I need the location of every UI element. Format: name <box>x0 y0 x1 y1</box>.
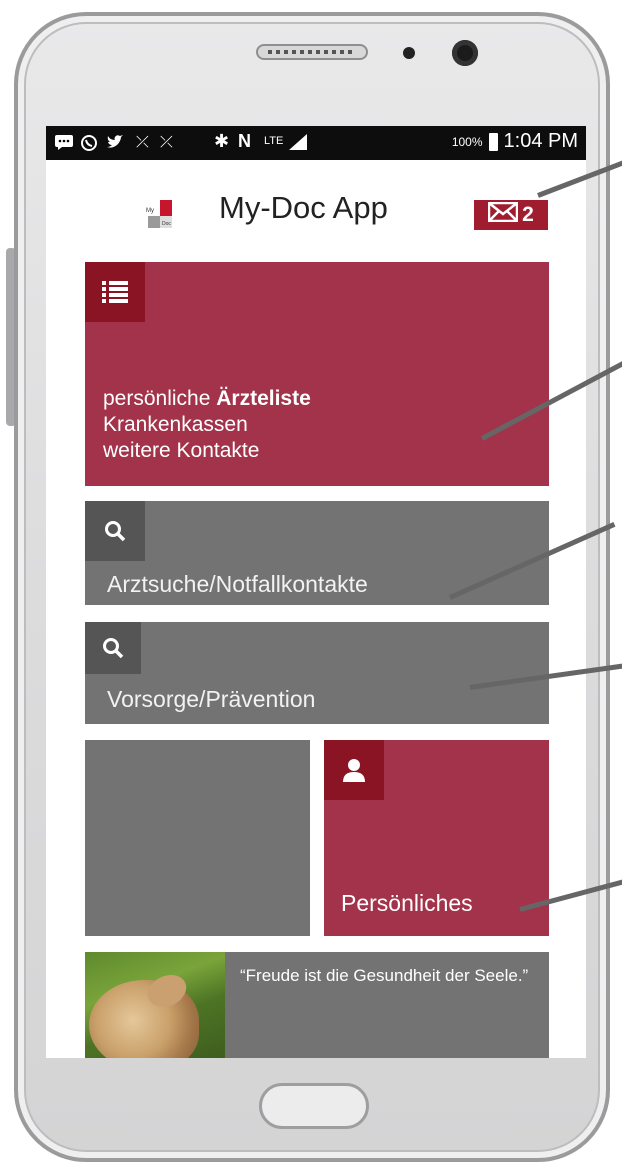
weitere-kontakte-label: weitere Kontakte <box>103 439 260 462</box>
aerzteliste-bold: Ärzteliste <box>216 387 311 410</box>
clock: 1:04 PM <box>503 130 578 152</box>
tile-quote[interactable]: “Freude ist die Gesundheit der Seele.” <box>85 952 549 1058</box>
home-button[interactable] <box>259 1083 369 1129</box>
tile-persoenliches[interactable]: Persönliches <box>324 740 549 936</box>
list-icon <box>85 262 145 322</box>
mail-icon <box>487 201 519 228</box>
proximity-sensor <box>403 47 415 59</box>
missed-call-icon-2: ⤫ <box>160 134 173 151</box>
app-header: My Doc My-Doc App 2 <box>46 160 586 250</box>
battery-icon <box>488 132 498 151</box>
twitter-icon <box>106 134 124 155</box>
battery-percent: 100% <box>451 134 483 149</box>
bluetooth-icon: ✱ <box>214 131 230 151</box>
quote-text: “Freude ist die Gesundheit der Seele.” <box>240 966 529 985</box>
svg-text:Doc: Doc <box>162 221 171 227</box>
whatsapp-icon <box>80 134 98 157</box>
app-title: My-Doc App <box>219 190 388 225</box>
speaker-grill <box>256 44 368 60</box>
signal-icon <box>289 134 307 155</box>
user-icon <box>324 740 384 800</box>
arztsuche-label: Arztsuche/Notfallkontakte <box>107 571 368 597</box>
tile-arztsuche[interactable]: Arztsuche/Notfallkontakte <box>85 501 549 605</box>
vorsorge-label: Vorsorge/Prävention <box>107 686 316 712</box>
search-icon <box>85 501 145 561</box>
status-bar: ⤫ ⤫ ✱ N LTE 100% 1:04 PM <box>46 126 586 160</box>
svg-text:My: My <box>146 208 154 214</box>
mail-count: 2 <box>522 203 534 226</box>
aerzteliste-prefix: persönliche <box>103 387 217 410</box>
persoenliches-label: Persönliches <box>341 890 473 916</box>
krankenkassen-label: Krankenkassen <box>103 413 248 436</box>
front-camera <box>452 40 478 66</box>
lion-cub-image <box>85 952 225 1058</box>
app-logo: My Doc <box>144 198 172 228</box>
phone-screen: ⤫ ⤫ ✱ N LTE 100% 1:04 PM My Doc My-Doc A… <box>46 126 586 1058</box>
mail-badge[interactable]: 2 <box>474 200 548 230</box>
nfc-icon: N <box>238 131 251 151</box>
missed-call-icon: ⤫ <box>136 134 149 151</box>
lte-label: LTE <box>264 135 284 147</box>
tile-aerzteliste[interactable]: persönliche Ärzteliste Krankenkassen wei… <box>85 262 549 486</box>
tile-vorsorge[interactable]: Vorsorge/Prävention <box>85 622 549 724</box>
aerzteliste-text: persönliche Ärzteliste Krankenkassen wei… <box>103 386 311 464</box>
tile-empty[interactable] <box>85 740 310 936</box>
message-icon <box>54 134 74 155</box>
search-icon <box>85 622 141 674</box>
